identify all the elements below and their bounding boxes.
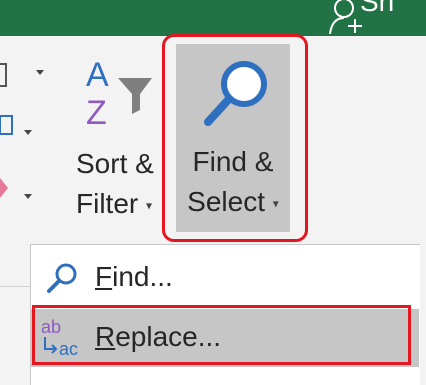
title-bar: Sh — [0, 0, 426, 36]
filter-funnel-icon — [118, 78, 152, 114]
divider — [0, 286, 30, 287]
find-accelerator-key: F — [95, 261, 113, 292]
magnifier-icon — [47, 263, 77, 293]
sort-letter-a: A — [86, 56, 109, 94]
share-button[interactable]: Sh — [322, 0, 426, 36]
find-label-rest: ind... — [112, 261, 173, 292]
replace-highlight-box — [32, 305, 411, 365]
menu-item-find-label: Find... — [95, 261, 173, 293]
clipped-ribbon-controls[interactable] — [0, 56, 60, 236]
sort-letter-z: Z — [86, 94, 107, 128]
chevron-down-icon: ▾ — [146, 198, 153, 213]
sort-filter-icon: A Z — [86, 56, 152, 128]
add-person-icon — [329, 0, 362, 34]
sort-filter-button[interactable]: A Z Sort & Filter ▾ — [70, 56, 170, 236]
find-select-highlight-box — [162, 34, 308, 242]
sort-filter-label-text: Filter — [76, 188, 139, 219]
menu-item-find[interactable]: Find... — [31, 249, 419, 307]
share-label: Sh — [360, 0, 395, 17]
